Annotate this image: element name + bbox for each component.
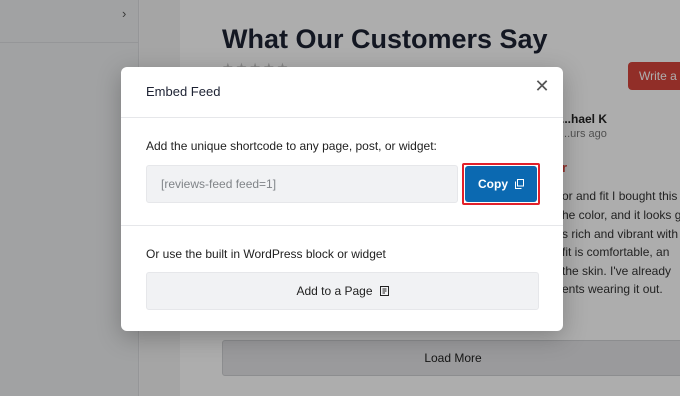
block-label: Or use the built in WordPress block or w… (146, 247, 386, 261)
modal-header: Embed Feed ✕ (121, 67, 563, 118)
copy-button-label: Copy (478, 177, 508, 191)
copy-button[interactable]: Copy (465, 166, 537, 202)
add-to-page-label: Add to a Page (296, 284, 373, 298)
shortcode-label: Add the unique shortcode to any page, po… (146, 139, 437, 153)
shortcode-input[interactable] (146, 165, 458, 203)
close-icon[interactable]: ✕ (531, 76, 553, 98)
shortcode-section: Add the unique shortcode to any page, po… (121, 119, 563, 226)
copy-icon (515, 179, 524, 189)
embed-feed-modal: Embed Feed ✕ Add the unique shortcode to… (121, 67, 563, 331)
add-page-icon (379, 286, 389, 296)
add-to-page-button[interactable]: Add to a Page (146, 272, 539, 310)
modal-title: Embed Feed (146, 84, 221, 99)
